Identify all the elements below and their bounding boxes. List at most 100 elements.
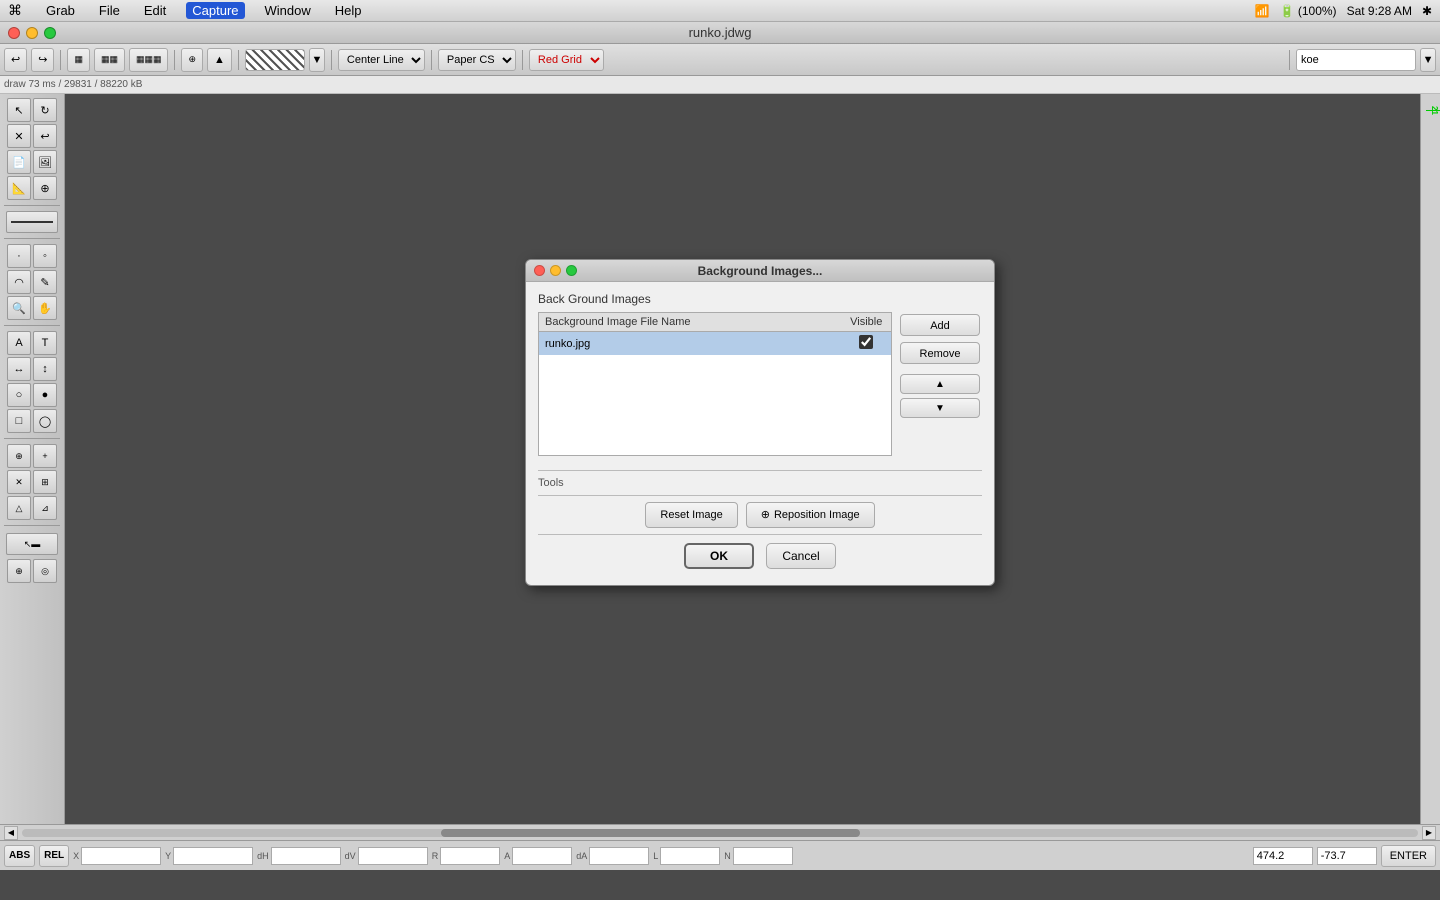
horizontal-scrollbar[interactable]: ◀ ▶ [0,824,1440,840]
move-up-button[interactable]: ▲ [900,374,980,394]
line-tool[interactable] [6,211,58,233]
hatch-pattern[interactable] [245,49,305,71]
move-down-button[interactable]: ▼ [900,398,980,418]
hatch-dropdown[interactable]: ▼ [309,48,325,72]
dim-tool-2[interactable]: ↕ [33,357,57,381]
dialog-min-btn[interactable] [550,265,561,276]
empty-row-3 [539,395,892,415]
dialog-close-btn[interactable] [534,265,545,276]
ok-cancel-row: OK Cancel [538,543,982,569]
extra-tool-2[interactable]: ⊿ [33,496,57,520]
enter-button[interactable]: ENTER [1381,845,1436,867]
visible-cell[interactable] [842,332,892,356]
minimize-button[interactable] [26,27,38,39]
dv-value [358,847,428,865]
file-row[interactable]: runko.jpg [539,332,892,356]
misc-tools-row3: ○ ● [7,383,57,407]
text-tool-2[interactable]: T [33,331,57,355]
menu-window[interactable]: Window [261,3,315,18]
maximize-button[interactable] [44,27,56,39]
empty-row-4 [539,415,892,435]
image-tool[interactable]: 🖼 [33,150,57,174]
pointer-mode-btn[interactable]: ↖▬ [6,533,58,555]
circle-tool[interactable]: ○ [7,383,31,407]
rotate-tool[interactable]: ↻ [33,98,57,122]
fill-tool[interactable]: ● [33,383,57,407]
left-toolbar: ↖ ↻ ✕ ↩ 📄 🖼 📐 ⊕ · ◦ ◠ ✎ 🔍 ✋ [0,94,65,824]
snap-btn-1[interactable]: ⊕ [7,444,31,468]
zoom-tool[interactable]: 🔍 [7,296,31,320]
ok-button[interactable]: OK [684,543,754,569]
cross-tool[interactable]: ✕ [7,124,31,148]
pan-tool[interactable]: ✋ [33,296,57,320]
koe-input[interactable] [1296,49,1416,71]
scroll-left-btn[interactable]: ◀ [4,826,18,840]
measure-tool[interactable]: 📐 [7,176,31,200]
node-tool[interactable]: ◦ [33,244,57,268]
grid-select[interactable]: Red Grid [529,49,604,71]
toolbar-sep-6 [522,50,523,70]
delete-tool[interactable]: ✕ [7,470,31,494]
col-filename: Background Image File Name [539,313,842,332]
text-tool-1[interactable]: A [7,331,31,355]
extra-tool-1[interactable]: △ [7,496,31,520]
abs-button[interactable]: ABS [4,845,35,867]
redo-button[interactable]: ↪ [31,48,54,72]
misc-tools-row2: ↔ ↕ [7,357,57,381]
grid-btn-1[interactable]: ▦ [67,48,90,72]
coord-system-select[interactable]: Paper CS [438,49,516,71]
arc-tool[interactable]: ◠ [7,270,31,294]
close-button[interactable] [8,27,20,39]
curve-tool[interactable]: ↩ [33,124,57,148]
mode-btn-1[interactable]: ⊕ [7,559,31,583]
coord-display-2: -73.7 [1317,847,1377,865]
menu-capture[interactable]: Capture [186,2,244,19]
menu-edit[interactable]: Edit [140,3,170,18]
dv-field: dV [345,847,428,865]
toolbar-sep-1 [60,50,61,70]
h-scroll-track[interactable] [22,829,1418,837]
cross2-tool[interactable]: ⊞ [33,470,57,494]
select-tool[interactable]: ↖ [7,98,31,122]
cancel-button[interactable]: Cancel [766,543,836,569]
ellipse-tool[interactable]: ◯ [33,409,57,433]
freehand-tool[interactable]: ✎ [33,270,57,294]
reset-image-button[interactable]: Reset Image [645,502,737,528]
bottom-toolbar: ABS REL X Y dH dV R A dA L N 474.2 -73.7… [0,840,1440,870]
lt-divider-4 [4,438,60,439]
grid-btn-2[interactable]: ▦▦ [94,48,125,72]
background-images-dialog[interactable]: Background Images... Back Ground Images [525,259,995,586]
snap-btn-2[interactable]: + [33,444,57,468]
layer-select-tool[interactable]: 📄 [7,150,31,174]
toolbar-sep-4 [331,50,332,70]
apple-menu[interactable]: ⌘ [8,2,22,19]
dialog-separator-2 [538,495,982,496]
menu-file[interactable]: File [95,3,124,18]
l-value [660,847,720,865]
point-tool[interactable]: · [7,244,31,268]
grid-btn-3[interactable]: ▦▦▦ [129,48,169,72]
dim-tool-1[interactable]: ↔ [7,357,31,381]
file-name-cell: runko.jpg [539,332,842,356]
koe-dropdown[interactable]: ▼ [1420,48,1436,72]
dialog-window-controls [534,265,577,276]
da-field: dA [576,847,649,865]
extra-tools-row3: △ ⊿ [7,496,57,520]
layer-btn[interactable]: ⊕ [181,48,203,72]
rel-button[interactable]: REL [39,845,69,867]
menu-help[interactable]: Help [331,3,366,18]
h-scroll-thumb[interactable] [441,829,860,837]
add-button[interactable]: Add [900,314,980,336]
dialog-max-btn[interactable] [566,265,577,276]
mode-btn-2[interactable]: ◎ [33,559,57,583]
line-style-select[interactable]: Center Line [338,49,425,71]
scroll-right-btn[interactable]: ▶ [1422,826,1436,840]
undo-button[interactable]: ↩ [4,48,27,72]
visible-checkbox[interactable] [859,335,873,349]
reposition-image-button[interactable]: ⊕ Reposition Image [746,502,875,528]
remove-button[interactable]: Remove [900,342,980,364]
rect-tool[interactable]: □ [7,409,31,433]
snap-tool[interactable]: ⊕ [33,176,57,200]
menu-grab[interactable]: Grab [42,3,79,18]
arrow-up-btn[interactable]: ▲ [207,48,232,72]
